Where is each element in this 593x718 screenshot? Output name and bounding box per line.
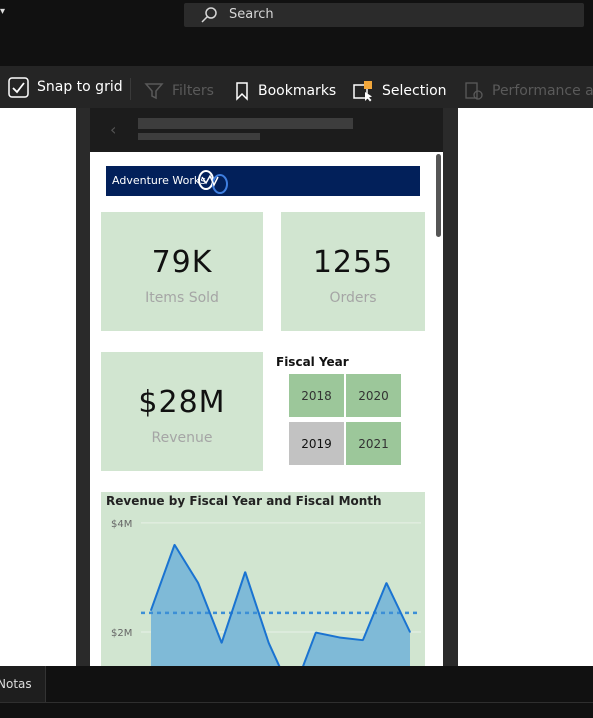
revenue-area-chart: $4M $2M [111, 519, 421, 666]
title-bar: ▾ Search [0, 0, 593, 66]
page-tab-label: Notas [0, 677, 32, 691]
filters-label: Filters [172, 83, 214, 99]
mobile-header: ‹ [90, 108, 443, 152]
chevron-down-icon[interactable]: ▾ [0, 6, 5, 17]
fiscal-year-slicer-title: Fiscal Year [276, 355, 349, 369]
selection-label: Selection [382, 83, 447, 99]
bookmarks-label: Bookmarks [258, 83, 337, 99]
orders-label: Orders [329, 290, 377, 306]
filters-button[interactable]: Filters [144, 70, 214, 112]
data-point [385, 582, 388, 584]
slicer-tile-2018[interactable]: 2018 [289, 374, 344, 417]
page-tabs-bar: Notas [0, 666, 593, 718]
items-sold-card[interactable]: 79K Items Sold [101, 212, 263, 331]
page-tab[interactable]: Notas [0, 666, 46, 702]
orders-value: 1255 [312, 245, 394, 280]
back-arrow-icon: ‹ [110, 120, 117, 139]
revenue-chart-card[interactable]: Revenue by Fiscal Year and Fiscal Month … [101, 492, 425, 666]
items-sold-label: Items Sold [145, 290, 219, 306]
search-placeholder: Search [229, 7, 274, 22]
bookmarks-button[interactable]: Bookmarks [234, 70, 336, 112]
data-point [267, 642, 270, 644]
data-point [220, 642, 223, 644]
data-point [409, 631, 411, 633]
data-point [315, 631, 317, 634]
header-placeholder [138, 118, 353, 129]
divider [0, 702, 593, 703]
data-point [173, 543, 176, 546]
data-point [338, 636, 341, 639]
search-icon [201, 7, 217, 23]
search-box[interactable]: Search [184, 3, 584, 27]
y-tick-label: $2M [111, 628, 132, 639]
slicer-tile-2019[interactable]: 2019 [289, 422, 344, 465]
data-point [362, 639, 364, 641]
y-tick-label: $4M [111, 519, 132, 530]
bookmark-icon [236, 82, 248, 101]
checkbox-checked-icon [8, 76, 29, 98]
performance-label: Performance ana [492, 83, 593, 99]
snap-to-grid-label: Snap to grid [37, 79, 123, 95]
selection-icon [353, 81, 372, 102]
logo-emblem-icon [198, 170, 228, 194]
slicer-tile-2021[interactable]: 2021 [346, 422, 401, 465]
data-point [150, 609, 152, 611]
filter-icon [144, 83, 164, 100]
performance-analyzer-button[interactable]: Performance ana [464, 70, 593, 112]
data-point [244, 571, 246, 573]
performance-icon [465, 82, 483, 100]
scrollbar[interactable] [436, 154, 441, 237]
divider [130, 78, 131, 100]
logo-text: Adventure Works [112, 174, 206, 187]
subheader-placeholder [138, 133, 260, 140]
revenue-area [151, 544, 410, 666]
slicer-tile-2020[interactable]: 2020 [346, 374, 401, 417]
orders-card[interactable]: 1255 Orders [281, 212, 425, 331]
snap-to-grid-checkbox[interactable]: Snap to grid [8, 66, 123, 108]
revenue-label: Revenue [151, 430, 213, 446]
ribbon-toolbar: Snap to grid Filters Bookmarks Selection… [0, 66, 593, 108]
revenue-value: $28M [138, 385, 226, 420]
selection-button[interactable]: Selection [352, 70, 447, 112]
revenue-card[interactable]: $28M Revenue [101, 352, 263, 471]
items-sold-value: 79K [151, 245, 213, 280]
data-point [197, 582, 199, 584]
adventure-works-logo[interactable]: Adventure Works [106, 166, 420, 196]
